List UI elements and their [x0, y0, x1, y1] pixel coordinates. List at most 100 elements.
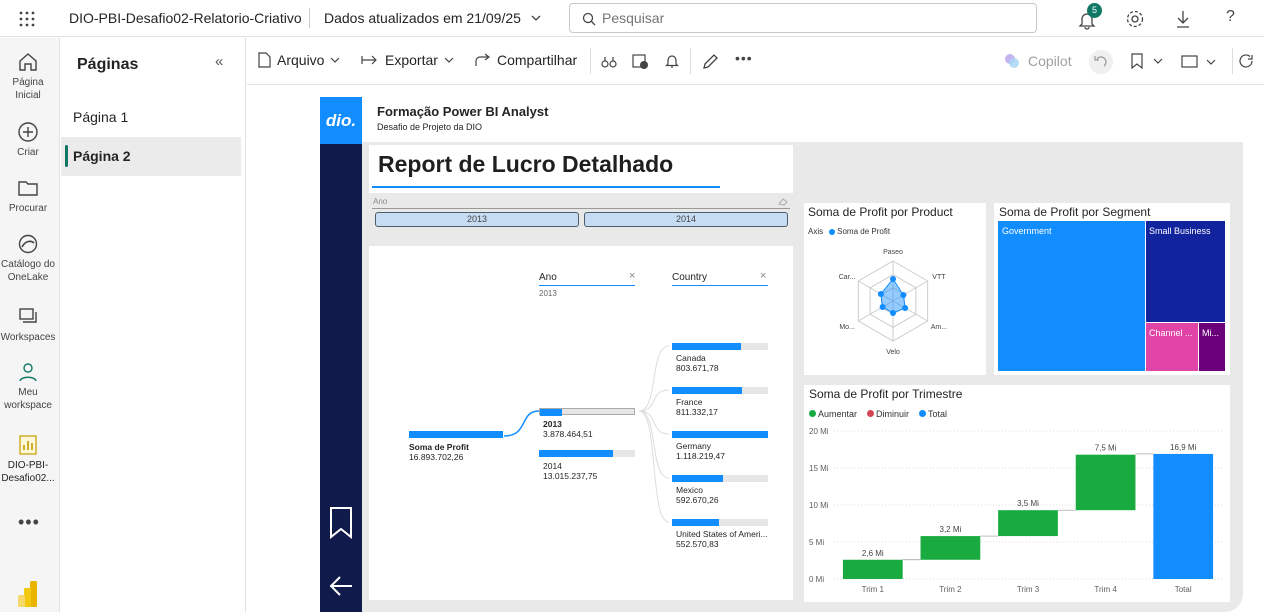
treemap-government[interactable]: Government	[998, 221, 1145, 371]
reset-button[interactable]	[1089, 50, 1113, 74]
treemap-card[interactable]: Soma de Profit por Segment Government Sm…	[994, 203, 1230, 375]
export-menu[interactable]: Exportar	[361, 52, 454, 68]
data-updated-dropdown[interactable]: Dados atualizados em 21/09/25	[324, 10, 541, 26]
collapse-icon[interactable]: «	[215, 53, 223, 70]
nav-browse[interactable]: Procurar	[0, 177, 56, 215]
data-label: 7,5 Mi	[1095, 444, 1117, 453]
app-launcher-icon[interactable]	[18, 10, 36, 28]
waterfall-bar[interactable]	[1075, 454, 1136, 511]
waterfall-legend: Aumentar Diminuir Total	[809, 409, 947, 419]
eraser-icon[interactable]	[778, 197, 788, 206]
top-bar: DIO-PBI-Desafio02-Relatorio-Criativo Dad…	[0, 0, 1264, 37]
x-tick-label: Trim 2	[939, 585, 962, 594]
country-bar[interactable]	[672, 519, 768, 526]
nav-current-report-label: DIO-PBI-Desafio02...	[1, 460, 55, 484]
waterfall-bar[interactable]	[842, 559, 903, 579]
radar-point[interactable]	[890, 276, 896, 282]
country-bar[interactable]	[672, 431, 768, 438]
subscribe-icon[interactable]	[632, 53, 649, 70]
share-button[interactable]: Compartilhar	[474, 52, 577, 68]
close-icon[interactable]: ×	[760, 271, 766, 282]
more-options-icon[interactable]: •••	[735, 50, 753, 66]
tree-connectors	[503, 345, 670, 523]
decomposition-tree[interactable]: Soma de Profit 16.893.702,26 Ano × 2013 …	[369, 246, 793, 600]
waterfall-bar[interactable]	[920, 536, 981, 560]
slicer-option-2014[interactable]: 2014	[584, 212, 788, 227]
year-value: 13.015.237,75	[543, 471, 598, 481]
nav-home[interactable]: Página Inicial	[0, 51, 56, 102]
nav-my-workspace-label: Meu workspace	[4, 387, 52, 411]
y-tick-label: 10 Mi	[809, 501, 829, 510]
binoculars-icon[interactable]	[601, 55, 617, 69]
left-navigation: Página Inicial Criar Procurar Catálogo d…	[0, 38, 60, 612]
treemap-channel[interactable]: Channel ...	[1146, 323, 1198, 371]
radar-point[interactable]	[890, 310, 896, 316]
more-icon[interactable]: •••	[18, 512, 40, 533]
x-tick-label: Total	[1175, 585, 1192, 594]
settings-icon[interactable]	[1125, 9, 1145, 29]
view-menu[interactable]	[1181, 55, 1216, 68]
country-bar[interactable]	[672, 387, 768, 394]
search-input[interactable]	[602, 10, 1022, 26]
radar-point[interactable]	[902, 305, 909, 311]
page-tab-2-label: Página 2	[73, 148, 131, 164]
download-icon[interactable]	[1174, 9, 1192, 29]
radar-point[interactable]	[900, 292, 907, 298]
radar-legend-axis: Axis	[808, 227, 824, 236]
nav-current-report[interactable]: DIO-PBI-Desafio02...	[0, 434, 56, 485]
waterfall-bar[interactable]	[998, 510, 1058, 537]
reset-icon	[1094, 56, 1107, 67]
year-bar[interactable]	[539, 450, 635, 457]
page-tab-1-label: Página 1	[73, 109, 129, 125]
country-bar[interactable]	[672, 475, 768, 482]
copilot-icon	[1005, 54, 1019, 68]
search-box[interactable]	[569, 3, 1037, 33]
divider	[1232, 48, 1233, 74]
document-icon	[258, 52, 271, 68]
treemap-small-business[interactable]: Small Business	[1146, 221, 1225, 322]
bookmark-icon[interactable]	[329, 506, 353, 539]
folder-icon	[18, 181, 38, 196]
nav-my-workspace[interactable]: Meu workspace	[0, 361, 56, 412]
page-tab-2[interactable]: Página 2	[61, 137, 241, 176]
waterfall-chart-card[interactable]: Soma de Profit por Trimestre Aumentar Di…	[804, 385, 1230, 602]
pages-title: Páginas	[77, 56, 139, 73]
close-icon[interactable]: ×	[629, 271, 635, 282]
copilot-label: Copilot	[1028, 53, 1072, 69]
nav-onelake[interactable]: Catálogo do OneLake	[0, 233, 56, 284]
chevron-down-icon	[444, 57, 454, 63]
level2-underline	[672, 285, 768, 286]
radar-point[interactable]	[877, 291, 884, 297]
edit-pencil-icon[interactable]	[702, 53, 719, 70]
alert-bell-icon[interactable]	[665, 53, 679, 69]
notifications-button[interactable]: 5	[1076, 3, 1102, 31]
treemap-label-midmarket: Mi...	[1202, 328, 1219, 338]
bookmark-menu[interactable]	[1131, 53, 1163, 69]
year-bar[interactable]	[539, 408, 635, 416]
refresh-icon[interactable]	[1239, 54, 1254, 69]
page-tab-1[interactable]: Página 1	[61, 98, 241, 136]
person-icon	[19, 363, 37, 382]
country-bar[interactable]	[672, 343, 768, 350]
report-name[interactable]: DIO-PBI-Desafio02-Relatorio-Criativo	[69, 10, 302, 26]
level1-underline	[539, 285, 635, 286]
copilot-button[interactable]: Copilot	[1004, 53, 1072, 69]
home-icon	[19, 53, 37, 71]
file-menu[interactable]: Arquivo	[257, 52, 340, 68]
report-side-panel: dio.	[320, 97, 362, 612]
radar-chart-card[interactable]: Soma de Profit por Product Axis Soma de …	[804, 203, 986, 375]
treemap-midmarket[interactable]: Mi...	[1199, 323, 1225, 371]
slicer-option-2013[interactable]: 2013	[375, 212, 579, 227]
root-bar	[409, 431, 503, 438]
help-icon[interactable]: ?	[1226, 8, 1235, 26]
selected-indicator	[65, 145, 68, 167]
nav-create[interactable]: Criar	[0, 121, 56, 159]
y-tick-label: 5 Mi	[809, 538, 824, 547]
legend-increase-label: Aumentar	[818, 409, 858, 419]
root-value: 16.893.702,26	[409, 452, 464, 462]
waterfall-bar[interactable]	[1153, 453, 1214, 579]
chevron-down-icon	[1206, 59, 1216, 65]
nav-workspaces[interactable]: Workspaces	[0, 306, 56, 344]
back-arrow-icon[interactable]	[328, 575, 354, 597]
radar-point[interactable]	[879, 304, 886, 310]
